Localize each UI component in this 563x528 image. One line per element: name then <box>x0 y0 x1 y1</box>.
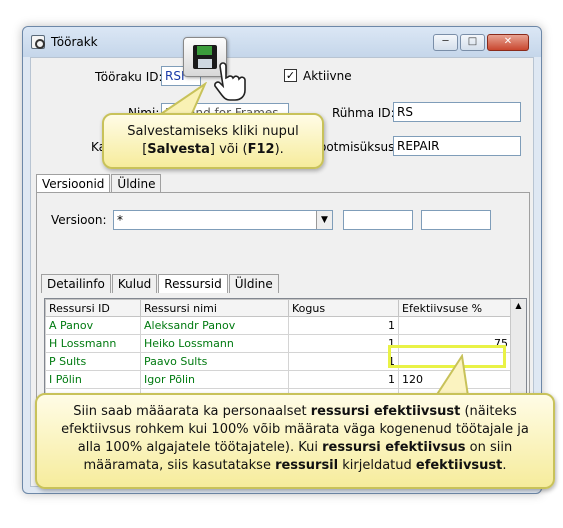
tab-inner-uldine[interactable]: Üldine <box>228 274 279 293</box>
quantity-cell[interactable]: 1 <box>288 334 399 353</box>
version-extra-field-1[interactable] <box>343 210 413 230</box>
col-header-resource-name[interactable]: Ressursi nimi <box>140 299 289 317</box>
group-field[interactable]: RS <box>393 102 521 122</box>
title-bar: Töörakk ─ □ ✕ <box>23 27 541 57</box>
efficiency-cell[interactable] <box>398 316 512 335</box>
quantity-cell[interactable]: 1 <box>288 316 399 335</box>
callout-save-line2: [Salvesta] või (F12). <box>142 142 284 157</box>
resource-name-cell[interactable]: Aleksandr Panov <box>140 316 289 335</box>
version-value: * <box>117 213 123 227</box>
tab-versioonid[interactable]: Versioonid <box>36 174 111 193</box>
resource-id-cell[interactable]: H Lossmann <box>45 334 141 353</box>
callout-efficiency: Siin saab määarata ka personaalset ressu… <box>35 393 555 489</box>
version-select[interactable]: * ▼ <box>113 210 333 230</box>
callout-efficiency-pointer <box>434 354 470 396</box>
dropdown-arrow-icon[interactable]: ▼ <box>316 211 332 229</box>
resource-id-cell[interactable]: P Sults <box>45 352 141 371</box>
callout-save-line1: Salvestamiseks kliki nupul <box>127 124 299 139</box>
callout-save: Salvestamiseks kliki nupul [Salvesta] võ… <box>102 113 324 169</box>
scroll-up-icon[interactable]: ▲ <box>511 299 526 313</box>
inner-tabs: Detailinfo Kulud Ressursid Üldine <box>41 274 280 293</box>
col-header-efficiency[interactable]: Efektiivsuse % <box>398 299 512 317</box>
col-header-resource-id[interactable]: Ressursi ID <box>45 299 141 317</box>
table-row[interactable]: A Panov Aleksandr Panov 1 <box>45 316 512 335</box>
tab-detailinfo[interactable]: Detailinfo <box>41 274 111 293</box>
prod-unit-label: ootmisüksus: <box>319 140 399 154</box>
version-label: Versioon: <box>51 213 107 227</box>
resource-id-cell[interactable]: I Põlin <box>45 370 141 389</box>
minimize-button[interactable]: ─ <box>433 34 458 51</box>
resource-name-cell[interactable]: Heiko Lossmann <box>140 334 289 353</box>
resource-id-cell[interactable]: A Panov <box>45 316 141 335</box>
outer-tabs: Versioonid Üldine <box>36 174 162 193</box>
app-icon <box>31 35 45 49</box>
close-button[interactable]: ✕ <box>487 34 529 51</box>
tab-kulud[interactable]: Kulud <box>111 274 158 293</box>
prod-unit-field[interactable]: REPAIR <box>393 136 521 156</box>
tab-ressursid[interactable]: Ressursid <box>158 274 228 293</box>
col-header-quantity[interactable]: Kogus <box>288 299 399 317</box>
group-label: Rühma ID: <box>332 106 395 120</box>
quantity-cell[interactable]: 1 <box>288 352 399 371</box>
resource-name-cell[interactable]: Igor Põlin <box>140 370 289 389</box>
maximize-button[interactable]: □ <box>460 34 485 51</box>
version-extra-field-2[interactable] <box>421 210 491 230</box>
window-title: Töörakk <box>51 35 98 49</box>
active-label: Aktiivne <box>303 69 352 83</box>
active-checkbox[interactable]: ✓ <box>284 69 297 82</box>
resource-name-cell[interactable]: Paavo Sults <box>140 352 289 371</box>
grid-header-row: Ressursi ID Ressursi nimi Kogus Efektiiv… <box>45 299 512 317</box>
tab-uldine[interactable]: Üldine <box>111 174 162 193</box>
quantity-cell[interactable]: 1 <box>288 370 399 389</box>
